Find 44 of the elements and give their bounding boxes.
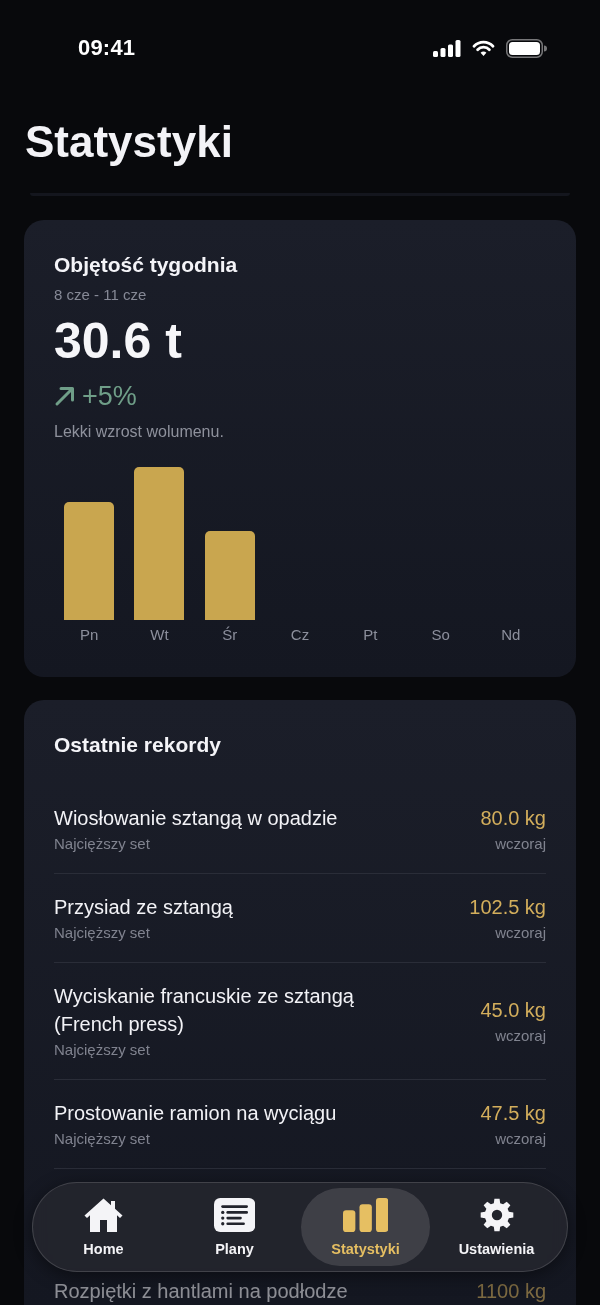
exercise-name: Prostowanie ramion na wyciągu (54, 1101, 338, 1126)
signal-icon (433, 39, 461, 57)
record-type: Najcięższy set (54, 1129, 151, 1149)
tab-button[interactable]: Home (39, 1188, 168, 1266)
exercise-name: Przysiad ze sztangą (54, 895, 234, 920)
exercise-name: Wiosłowanie sztangą w opadzie (54, 806, 339, 831)
record-value: 45.0 kg (480, 998, 546, 1023)
tab-button[interactable]: Statystyki (301, 1188, 430, 1266)
battery-icon (506, 38, 547, 58)
record-type: Najcięższy set (54, 923, 151, 943)
day-label: Pt (363, 626, 378, 644)
trend-note: Lekki wzrost wolumenu. (54, 423, 225, 441)
day-label: Cz (290, 626, 310, 644)
record-date: wczoraj (495, 1129, 546, 1149)
record-date: wczoraj (495, 1026, 546, 1046)
day-label: So (431, 626, 450, 644)
list-icon (213, 1198, 256, 1232)
day-label: Nd (501, 626, 521, 644)
page-title: Statystyki (25, 116, 233, 168)
record-type: Najcięższy set (54, 1040, 151, 1060)
record-value: 1100 kg (476, 1279, 546, 1304)
card-title: Objętość tygodnia (54, 252, 239, 278)
wifi-icon (472, 39, 495, 57)
settings-icon (479, 1198, 514, 1232)
exercise-name: Wyciskanie francuskie ze sztangą (French press) (54, 984, 355, 1037)
record-value: 102.5 kg (469, 895, 546, 920)
date-range: 8 cze - 11 cze (54, 286, 148, 304)
section-title: Ostatnie rekordy (54, 732, 222, 758)
home-icon (84, 1198, 123, 1232)
bar-chart-icon (342, 1198, 389, 1232)
record-date: wczoraj (495, 834, 546, 854)
day-label: Pn (79, 626, 99, 644)
total-volume: 30.6 t (54, 313, 183, 369)
record-value: 80.0 kg (480, 806, 546, 831)
record-value: 47.5 kg (480, 1101, 546, 1126)
tab-button[interactable]: Plany (170, 1188, 299, 1266)
record-type: Najcięższy set (54, 834, 151, 854)
change-percent: +5% (82, 381, 137, 411)
tab-button[interactable]: Ustawienia (432, 1188, 561, 1266)
day-label: Wt (150, 626, 169, 644)
record-date: wczoraj (495, 923, 546, 943)
day-label: Śr (222, 626, 238, 644)
status-time: 09:41 (78, 35, 136, 61)
exercise-name: Rozpiętki z hantlami na podłodze (54, 1279, 349, 1304)
